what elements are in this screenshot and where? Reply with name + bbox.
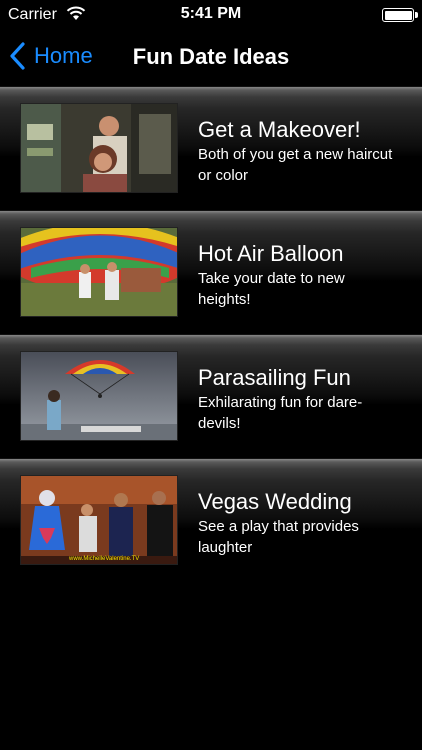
makeover-thumbnail: [20, 103, 178, 193]
vegas-wedding-thumbnail: www.MichelleValentine.TV: [20, 475, 178, 565]
item-title: Hot Air Balloon: [198, 241, 344, 266]
navigation-bar: Home Fun Date Ideas: [0, 30, 422, 84]
list-item-makeover[interactable]: Get a Makeover! Both of you get a new ha…: [0, 86, 422, 210]
page-title: Fun Date Ideas: [132, 44, 290, 69]
item-description: Both of you get a new haircut or color: [198, 146, 393, 184]
list-item-parasailing[interactable]: Parasailing Fun Exhilarating fun for dar…: [0, 334, 422, 458]
list-item-vegas-wedding[interactable]: www.MichelleValentine.TV Vegas Wedding S…: [0, 458, 422, 582]
item-title: Vegas Wedding: [198, 489, 352, 514]
item-description: Exhilarating fun for dare-devils!: [198, 394, 363, 432]
parasailing-thumbnail: [20, 351, 178, 441]
list-item-hot-air-balloon[interactable]: Hot Air Balloon Take your date to new he…: [0, 210, 422, 334]
watermark-text: www.MichelleValentine.TV: [69, 556, 140, 562]
date-ideas-list: Get a Makeover! Both of you get a new ha…: [0, 86, 422, 582]
clock: 5:41 PM: [180, 5, 242, 22]
battery-nub: [415, 12, 418, 18]
item-title: Get a Makeover!: [198, 117, 361, 142]
battery-icon: [382, 8, 414, 22]
item-description: Take your date to new heights!: [198, 270, 345, 308]
hot-air-balloon-thumbnail: [20, 227, 178, 317]
status-bar: Carrier 5:41 PM: [0, 0, 422, 30]
item-description: See a play that provides laughter: [198, 518, 359, 556]
item-title: Parasailing Fun: [198, 365, 351, 390]
